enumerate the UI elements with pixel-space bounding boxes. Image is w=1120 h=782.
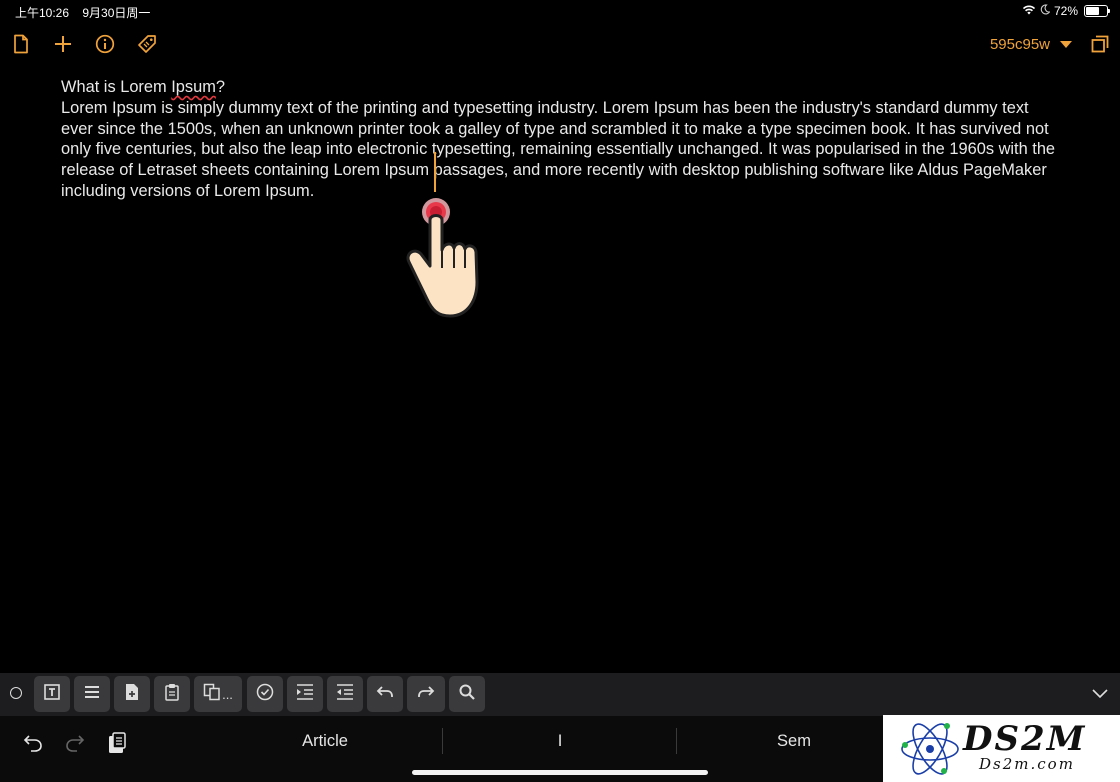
suggestion-1[interactable]: Article: [225, 732, 425, 751]
undo-icon: [376, 685, 394, 704]
heading-suffix: ?: [215, 78, 225, 96]
suggestion-2[interactable]: I: [460, 732, 660, 751]
watermark-text: DS2M: [963, 719, 1087, 759]
search-icon: [459, 684, 475, 705]
clipboard-icon: [164, 683, 180, 706]
text-box-button[interactable]: [34, 676, 70, 712]
battery-icon: [1084, 5, 1110, 17]
more-ellipsis: ...: [222, 686, 233, 702]
indent-button[interactable]: [287, 676, 323, 712]
redo-icon[interactable]: [60, 728, 90, 758]
document-body: Lorem Ipsum is simply dummy text of the …: [61, 98, 1056, 200]
document-heading: What is Lorem Ipsum?: [61, 77, 1061, 98]
clipboard-button[interactable]: [154, 676, 190, 712]
suggestion-3[interactable]: Sem: [694, 732, 894, 751]
atom-logo-icon: [901, 723, 959, 775]
text-editor[interactable]: What is Lorem Ipsum? Lorem Ipsum is simp…: [61, 77, 1061, 202]
chevron-down-icon[interactable]: [1060, 41, 1072, 48]
undo-button[interactable]: [367, 676, 403, 712]
chevron-down-icon[interactable]: [1092, 686, 1108, 704]
search-button[interactable]: [449, 676, 485, 712]
moon-icon: [1040, 4, 1051, 18]
heading-text: What is Lorem: [61, 78, 172, 96]
home-indicator[interactable]: [412, 770, 708, 775]
tap-hand-icon: [400, 196, 482, 325]
undo-icon[interactable]: [18, 728, 48, 758]
copy-icon: [203, 683, 221, 706]
info-icon[interactable]: [91, 30, 119, 58]
indent-icon: [296, 683, 314, 705]
checkbox-icon: [256, 683, 274, 706]
watermark-subtext: Ds2m.com: [979, 755, 1075, 773]
document-name[interactable]: 595c95w: [990, 36, 1050, 53]
copy-more-button[interactable]: ...: [194, 676, 242, 712]
list-icon: [84, 685, 100, 704]
battery-percent: 72%: [1053, 4, 1078, 18]
suggestion-divider: [676, 728, 677, 754]
document-icon[interactable]: [7, 30, 35, 58]
status-time: 上午10:26: [15, 6, 70, 20]
text-box-icon: [43, 683, 61, 706]
status-bar: 上午10:26 9月30日周一 72%: [0, 0, 1120, 22]
circle-icon[interactable]: [10, 687, 22, 699]
suggestion-divider: [442, 728, 443, 754]
status-date: 9月30日周一: [82, 6, 151, 20]
wifi-icon: [1022, 4, 1036, 18]
text-cursor: [434, 152, 436, 192]
new-document-icon: [124, 683, 140, 706]
redo-icon: [417, 685, 435, 704]
format-toolbar: ...: [0, 673, 1120, 716]
new-document-button[interactable]: [114, 676, 150, 712]
plus-icon[interactable]: [49, 30, 77, 58]
paste-icon[interactable]: [102, 728, 132, 758]
list-button[interactable]: [74, 676, 110, 712]
expand-icon[interactable]: [1086, 30, 1114, 58]
tag-icon[interactable]: [133, 30, 161, 58]
redo-button[interactable]: [407, 676, 445, 712]
outdent-button[interactable]: [327, 676, 363, 712]
outdent-icon: [336, 683, 354, 705]
watermark-logo: DS2M Ds2m.com: [883, 715, 1120, 782]
checkbox-button[interactable]: [247, 676, 283, 712]
misspelled-word: Ipsum: [171, 78, 216, 96]
top-toolbar: 595c95w: [0, 30, 1120, 58]
